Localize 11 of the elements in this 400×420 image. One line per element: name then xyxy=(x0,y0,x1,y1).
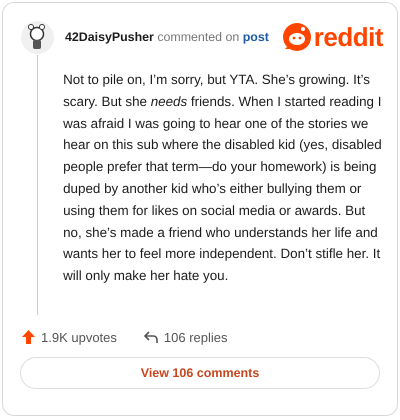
post-link[interactable]: post xyxy=(242,30,269,44)
reply-icon[interactable] xyxy=(142,330,159,344)
view-comments-button[interactable]: View 106 comments xyxy=(20,357,380,389)
action-text: commented on xyxy=(157,30,240,44)
upvote-count: 1.9K upvotes xyxy=(41,330,117,344)
alien-logo-icon xyxy=(282,22,312,52)
upvote-icon[interactable] xyxy=(21,329,36,345)
reddit-wordmark: reddit xyxy=(314,24,383,50)
username[interactable]: 42DaisyPusher xyxy=(65,30,154,44)
reply-count: 106 replies xyxy=(164,330,228,344)
comment-body: Not to pile on, I’m sorry, but YTA. She’s growing. It’s scary. But she needs friends. When I started reading I was afraid I was going to hear one of the stories we hear on this sub where the disabled kid (yes, disabled people prefer that term—do your homework) is being duped by another kid who’s either bullying them or using them for likes on social media or awards. But no, she’s made a friend who understands her life and wants her to feel more independent. Don’t stifle her. It will only make her hate you. xyxy=(63,71,383,286)
